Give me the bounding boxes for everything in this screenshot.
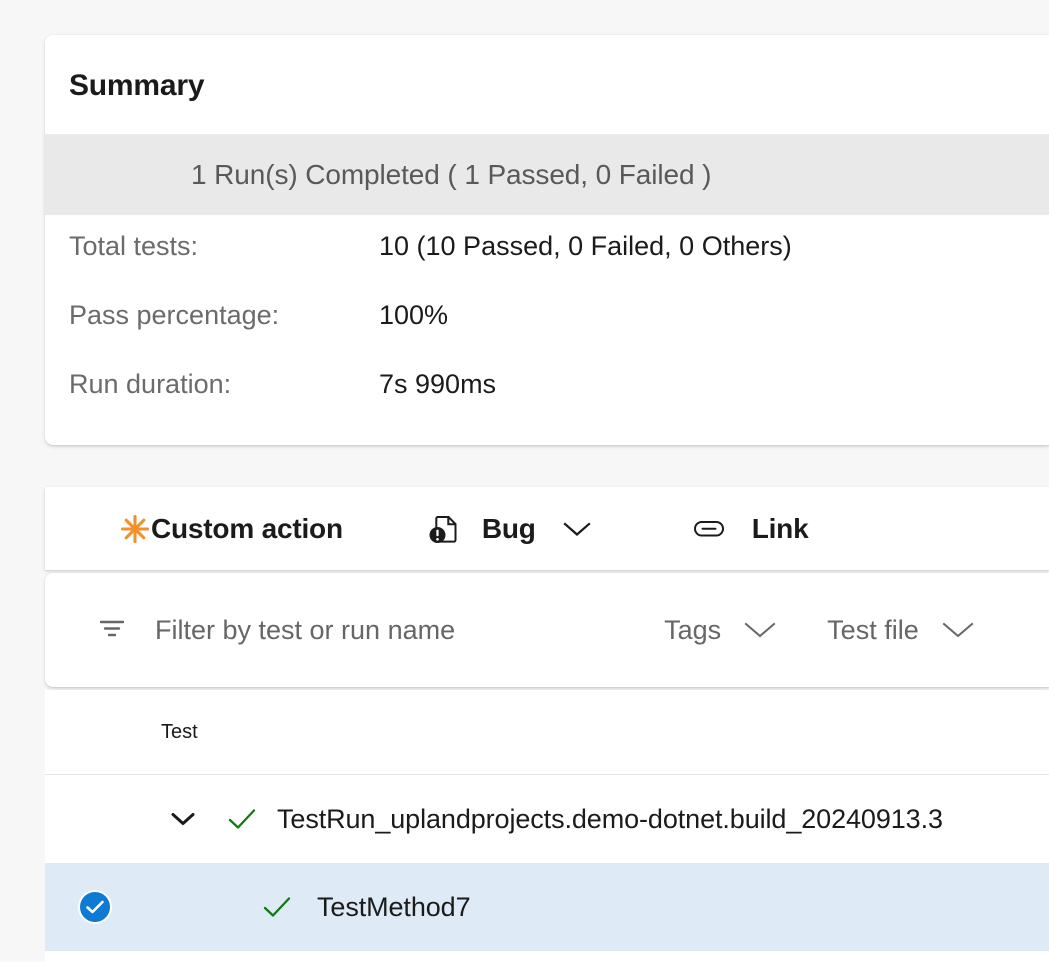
test-file-dropdown[interactable]: Test file xyxy=(827,615,975,646)
stat-label-run-duration: Run duration: xyxy=(69,369,379,400)
run-status-text: 1 Run(s) Completed ( 1 Passed, 0 Failed … xyxy=(191,159,711,191)
page-title: Summary xyxy=(45,35,1049,103)
custom-action-label: Custom action xyxy=(151,513,343,545)
bug-button[interactable]: Bug xyxy=(426,487,592,570)
custom-action-button[interactable]: Custom action xyxy=(119,487,343,570)
tags-chevron-down-icon xyxy=(743,619,777,641)
test-run-name: TestRun_uplandprojects.demo-dotnet.build… xyxy=(277,804,943,835)
pass-check-icon xyxy=(257,895,297,919)
filter-input[interactable]: Filter by test or run name xyxy=(155,615,455,646)
table-header-row: Test xyxy=(45,690,1049,775)
link-icon xyxy=(692,516,726,542)
bug-chevron-down-icon[interactable] xyxy=(562,519,592,539)
table-row[interactable]: TestMethod7 xyxy=(45,863,1049,951)
stat-row-pass-percentage: Pass percentage: 100% xyxy=(69,300,1049,369)
left-gutter xyxy=(0,0,45,977)
row-select-checkbox[interactable] xyxy=(45,890,145,924)
checked-circle-icon xyxy=(78,890,112,924)
tags-dropdown[interactable]: Tags xyxy=(664,615,777,646)
stat-label-total-tests: Total tests: xyxy=(69,231,379,262)
action-toolbar: Custom action Bug Link xyxy=(45,487,1049,570)
run-status-banner: 1 Run(s) Completed ( 1 Passed, 0 Failed … xyxy=(45,134,1049,215)
bottom-spacer xyxy=(0,962,1049,977)
stat-row-run-duration: Run duration: 7s 990ms xyxy=(69,369,1049,438)
tags-label: Tags xyxy=(664,615,721,646)
test-file-chevron-down-icon xyxy=(941,619,975,641)
bug-document-icon xyxy=(426,512,460,546)
stat-row-total-tests: Total tests: 10 (10 Passed, 0 Failed, 0 … xyxy=(69,231,1049,300)
test-file-label: Test file xyxy=(827,615,919,646)
stat-value-run-duration: 7s 990ms xyxy=(379,369,496,400)
test-results-table: Test TestRun_uplandprojects.demo-dotnet.… xyxy=(45,690,1049,977)
stat-value-pass-percentage: 100% xyxy=(379,300,448,331)
stat-value-total-tests: 10 (10 Passed, 0 Failed, 0 Others) xyxy=(379,231,792,262)
chevron-down-icon[interactable] xyxy=(166,810,200,828)
column-header-test: Test xyxy=(161,721,198,744)
summary-stats-list: Total tests: 10 (10 Passed, 0 Failed, 0 … xyxy=(69,231,1049,438)
stat-label-pass-percentage: Pass percentage: xyxy=(69,300,379,331)
filter-icon[interactable] xyxy=(97,615,127,646)
bug-label: Bug xyxy=(482,513,536,545)
link-label: Link xyxy=(752,513,809,545)
pass-check-icon xyxy=(222,807,262,831)
table-row[interactable]: TestRun_uplandprojects.demo-dotnet.build… xyxy=(45,775,1049,863)
test-method-name: TestMethod7 xyxy=(317,892,471,923)
filter-bar: Filter by test or run name Tags Test fil… xyxy=(45,573,1049,687)
link-button[interactable]: Link xyxy=(692,487,809,570)
asterisk-icon xyxy=(119,513,151,545)
summary-card: Summary 1 Run(s) Completed ( 1 Passed, 0… xyxy=(45,35,1049,445)
